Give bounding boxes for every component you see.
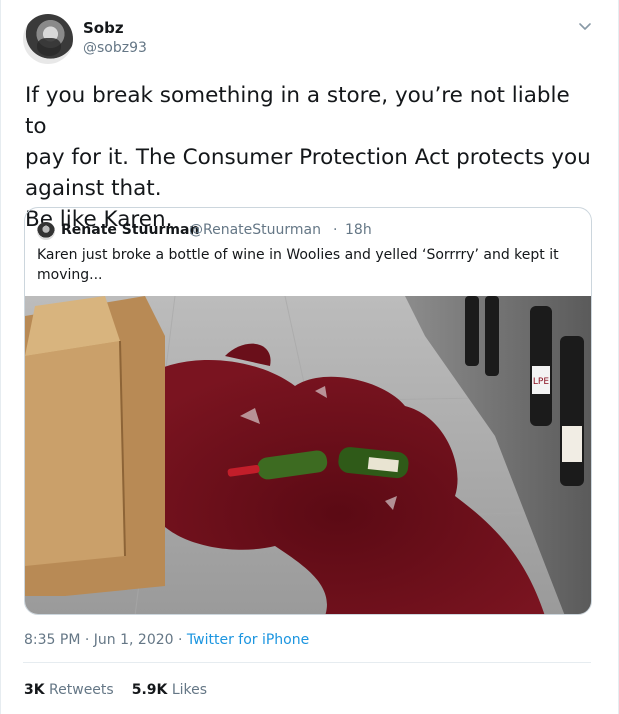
retweets-count: 3K bbox=[24, 682, 45, 698]
likes-stat[interactable]: 5.9K Likes bbox=[132, 682, 207, 698]
likes-label: Likes bbox=[171, 682, 208, 698]
meta-separator-2: · bbox=[178, 632, 183, 648]
retweets-stat[interactable]: 3K Retweets bbox=[24, 682, 114, 698]
divider bbox=[23, 662, 591, 663]
quoted-photo[interactable]: LPE bbox=[25, 296, 592, 615]
likes-count: 5.9K bbox=[131, 682, 168, 698]
meta-separator: · bbox=[84, 632, 90, 648]
tweet-date[interactable]: Jun 1, 2020 bbox=[94, 632, 174, 648]
retweets-label: Retweets bbox=[49, 682, 114, 698]
chevron-down-icon[interactable] bbox=[576, 18, 594, 36]
bottle-label: LPE bbox=[533, 377, 549, 387]
quoted-display-name: Renate Stuurman bbox=[61, 222, 200, 238]
author-display-name[interactable]: Sobz bbox=[83, 19, 124, 37]
quoted-separator: · bbox=[333, 222, 338, 238]
tweet-card: Sobz @sobz93 If you break something in a… bbox=[0, 0, 619, 714]
quoted-handle: @RenateStuurman bbox=[189, 222, 321, 238]
tweet-meta: 8:35 PM · Jun 1, 2020 · Twitter for iPho… bbox=[24, 632, 309, 648]
tweet-stats: 3K Retweets 5.9K Likes bbox=[24, 682, 207, 698]
quoted-timestamp: 18h bbox=[345, 222, 372, 238]
quoted-tweet[interactable]: Renate Stuurman @RenateStuurman · 18h Ka… bbox=[24, 207, 592, 615]
tweet-source-link[interactable]: Twitter for iPhone bbox=[187, 632, 309, 648]
quoted-avatar bbox=[37, 222, 55, 240]
quoted-text: Karen just broke a bottle of wine in Woo… bbox=[37, 247, 559, 283]
avatar[interactable] bbox=[23, 14, 73, 64]
author-handle[interactable]: @sobz93 bbox=[83, 40, 147, 56]
tweet-time[interactable]: 8:35 PM bbox=[24, 632, 80, 648]
